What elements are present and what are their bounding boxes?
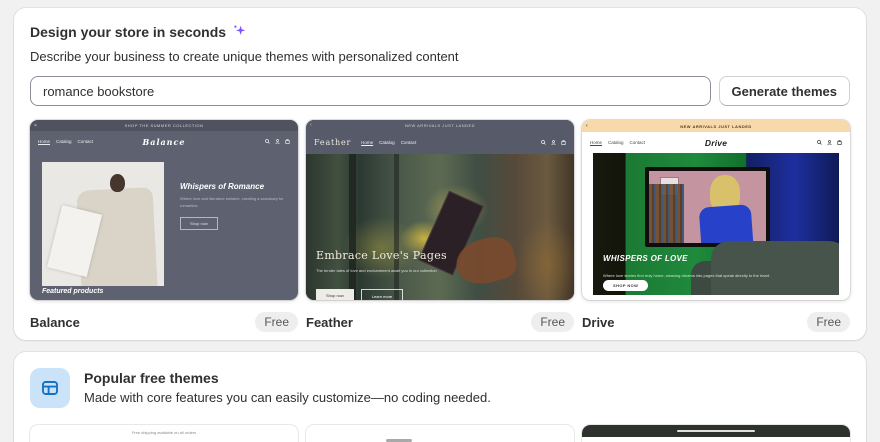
popular-previews-row: Free shipping available on all orders [30, 425, 850, 442]
themes-icon [30, 368, 70, 408]
theme-name-cell: Balance Free [30, 312, 298, 332]
theme-preview-drive[interactable]: ‹ NEW ARRIVALS JUST LANDED Home Catalog … [582, 120, 850, 300]
balance-nav: Home Catalog Contact [38, 139, 94, 144]
balance-header: Home Catalog Contact Balance [30, 131, 298, 152]
blurred-announcement-text [677, 429, 755, 433]
drive-header: Home Catalog Contact Drive [582, 132, 850, 153]
drive-hero-title: WHISPERS OF LOVE [603, 254, 688, 263]
feather-hero-title: Embrace Love's Pages [316, 249, 447, 262]
free-badge: Free [531, 312, 574, 332]
preview-announcement-bar [582, 425, 850, 437]
sofa-shape [711, 241, 839, 295]
balance-hero-body: Where love and literature entwine, creat… [180, 196, 284, 208]
generator-subtitle: Describe your business to create unique … [30, 49, 459, 64]
feather-header: Feather Home Catalog Contact [306, 130, 574, 154]
drive-header-icons [817, 140, 842, 145]
generator-title: Design your store in seconds [30, 24, 227, 40]
search-icon [265, 139, 270, 144]
popular-header-text: Popular free themes Made with core featu… [84, 368, 491, 405]
theme-preview-balance[interactable]: × SHOP THE SUMMER COLLECTION Home Catalo… [30, 120, 298, 300]
popular-free-themes-card: Popular free themes Made with core featu… [14, 352, 866, 442]
drive-shop-now-button: SHOP NOW [603, 280, 649, 291]
feather-announcement-bar: ‹ NEW ARRIVALS JUST LANDED [306, 120, 574, 130]
theme-name-balance: Balance [30, 314, 80, 330]
theme-name-drive: Drive [582, 314, 615, 330]
theme-generator-card: Design your store in seconds Describe yo… [14, 8, 866, 340]
carousel-left-arrow-icon: ‹ [310, 122, 313, 128]
cart-icon [285, 139, 290, 144]
cart-icon [561, 139, 566, 145]
popular-title: Popular free themes [84, 370, 219, 386]
account-icon [275, 139, 280, 144]
account-icon [827, 140, 832, 145]
search-icon [541, 139, 546, 145]
drive-announcement-bar: ‹ NEW ARRIVALS JUST LANDED [582, 120, 850, 132]
free-badge: Free [807, 312, 850, 332]
section-title-row: Design your store in seconds [30, 24, 850, 40]
popular-theme-preview-3[interactable] [582, 425, 850, 442]
theme-name-feather: Feather [306, 314, 353, 330]
generator-input-row: Generate themes [30, 76, 850, 106]
balance-shop-now-button: Shop now [180, 216, 218, 230]
cart-icon [837, 140, 842, 145]
feather-nav: Home Catalog Contact [361, 139, 417, 145]
theme-preview-feather[interactable]: ‹ NEW ARRIVALS JUST LANDED Feather Home … [306, 120, 574, 300]
balance-header-icons [265, 139, 290, 144]
business-description-input[interactable] [30, 76, 711, 106]
balance-hero-image [42, 162, 164, 286]
carousel-left-arrow-icon: × [34, 122, 38, 129]
tv-shape [644, 167, 771, 247]
search-icon [817, 140, 822, 145]
balance-announcement-bar: × SHOP THE SUMMER COLLECTION [30, 120, 298, 131]
popular-theme-preview-1[interactable]: Free shipping available on all orders [30, 425, 298, 442]
feather-shop-now-button: Shop now [316, 289, 354, 300]
generate-themes-button[interactable]: Generate themes [718, 76, 850, 106]
popular-theme-preview-2[interactable] [306, 425, 574, 442]
balance-featured-products-heading: Featured products [42, 288, 104, 295]
drive-hero-image: WHISPERS OF LOVE Where love stories find… [593, 153, 839, 295]
drive-nav: Home Catalog Contact [590, 140, 646, 145]
feather-hero-image: Embrace Love's Pages The tender tales of… [306, 154, 574, 300]
theme-names-row: Balance Free Feather Free Drive Free [30, 312, 850, 332]
feather-hero-body: The tender tales of love and enchantment… [316, 268, 437, 273]
preview-announcement-text: Free shipping available on all orders [131, 430, 197, 435]
feather-logo: Feather [314, 137, 352, 147]
theme-name-cell: Feather Free [306, 312, 574, 332]
popular-subtitle: Made with core features you can easily c… [84, 390, 491, 405]
drive-hero-body: Where love stories find truly home, weav… [603, 273, 771, 279]
balance-hero-title: Whispers of Romance [180, 182, 265, 191]
account-icon [551, 139, 556, 145]
carousel-left-arrow-icon: ‹ [586, 123, 589, 129]
generated-themes-row: × SHOP THE SUMMER COLLECTION Home Catalo… [30, 120, 850, 300]
sparkle-icon [233, 24, 246, 40]
popular-header: Popular free themes Made with core featu… [30, 368, 850, 408]
free-badge: Free [255, 312, 298, 332]
feather-header-icons [541, 139, 566, 145]
balance-hero-text: Whispers of Romance Where love and liter… [180, 182, 290, 230]
theme-name-cell: Drive Free [582, 312, 850, 332]
feather-secondary-button: Learn more [360, 289, 404, 300]
